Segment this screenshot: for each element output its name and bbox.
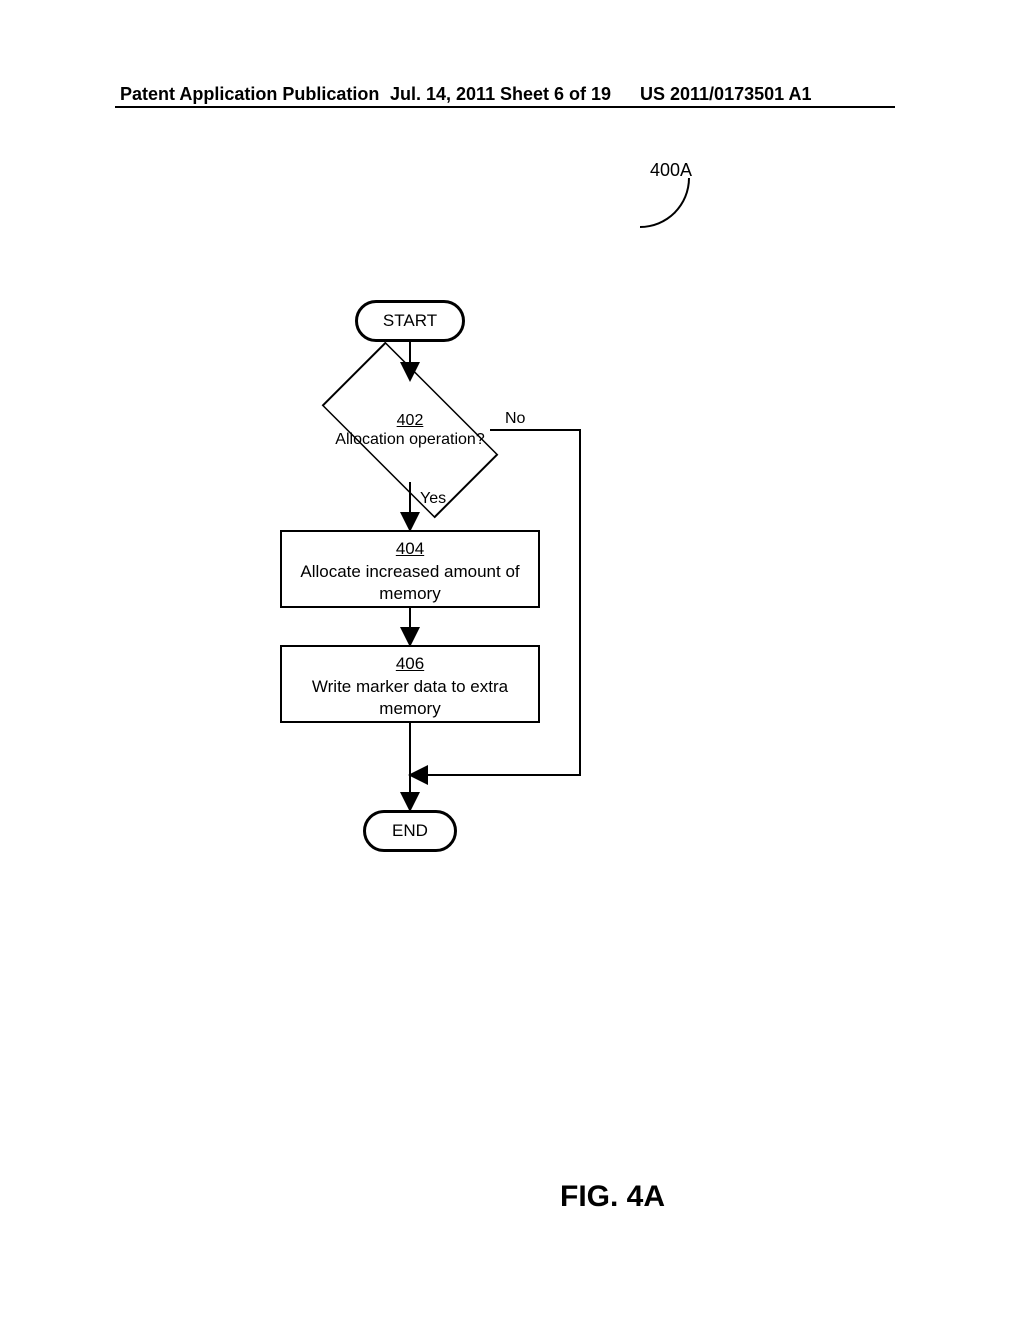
process-404-text: Allocate increased amount of memory <box>300 562 519 602</box>
figure-label: FIG. 4A <box>560 1180 665 1214</box>
diagram-canvas: 400A START 402 Allocation operation? No … <box>0 0 1024 1320</box>
terminator-start: START <box>355 300 465 342</box>
decision-402: 402 Allocation operation? <box>330 370 490 490</box>
terminator-start-label: START <box>383 311 437 331</box>
refnum-arc <box>640 178 690 228</box>
process-406: 406 Write marker data to extra memory <box>280 645 540 723</box>
terminator-end-label: END <box>392 821 428 841</box>
decision-yes-label: Yes <box>420 490 446 508</box>
process-406-text: Write marker data to extra memory <box>312 677 508 717</box>
process-404: 404 Allocate increased amount of memory <box>280 530 540 608</box>
decision-no-label: No <box>505 410 525 428</box>
process-406-ref: 406 <box>290 653 530 674</box>
decision-402-ref: 402 <box>397 411 424 430</box>
terminator-end: END <box>363 810 457 852</box>
process-404-ref: 404 <box>290 538 530 559</box>
decision-402-text: Allocation operation? <box>335 430 484 449</box>
